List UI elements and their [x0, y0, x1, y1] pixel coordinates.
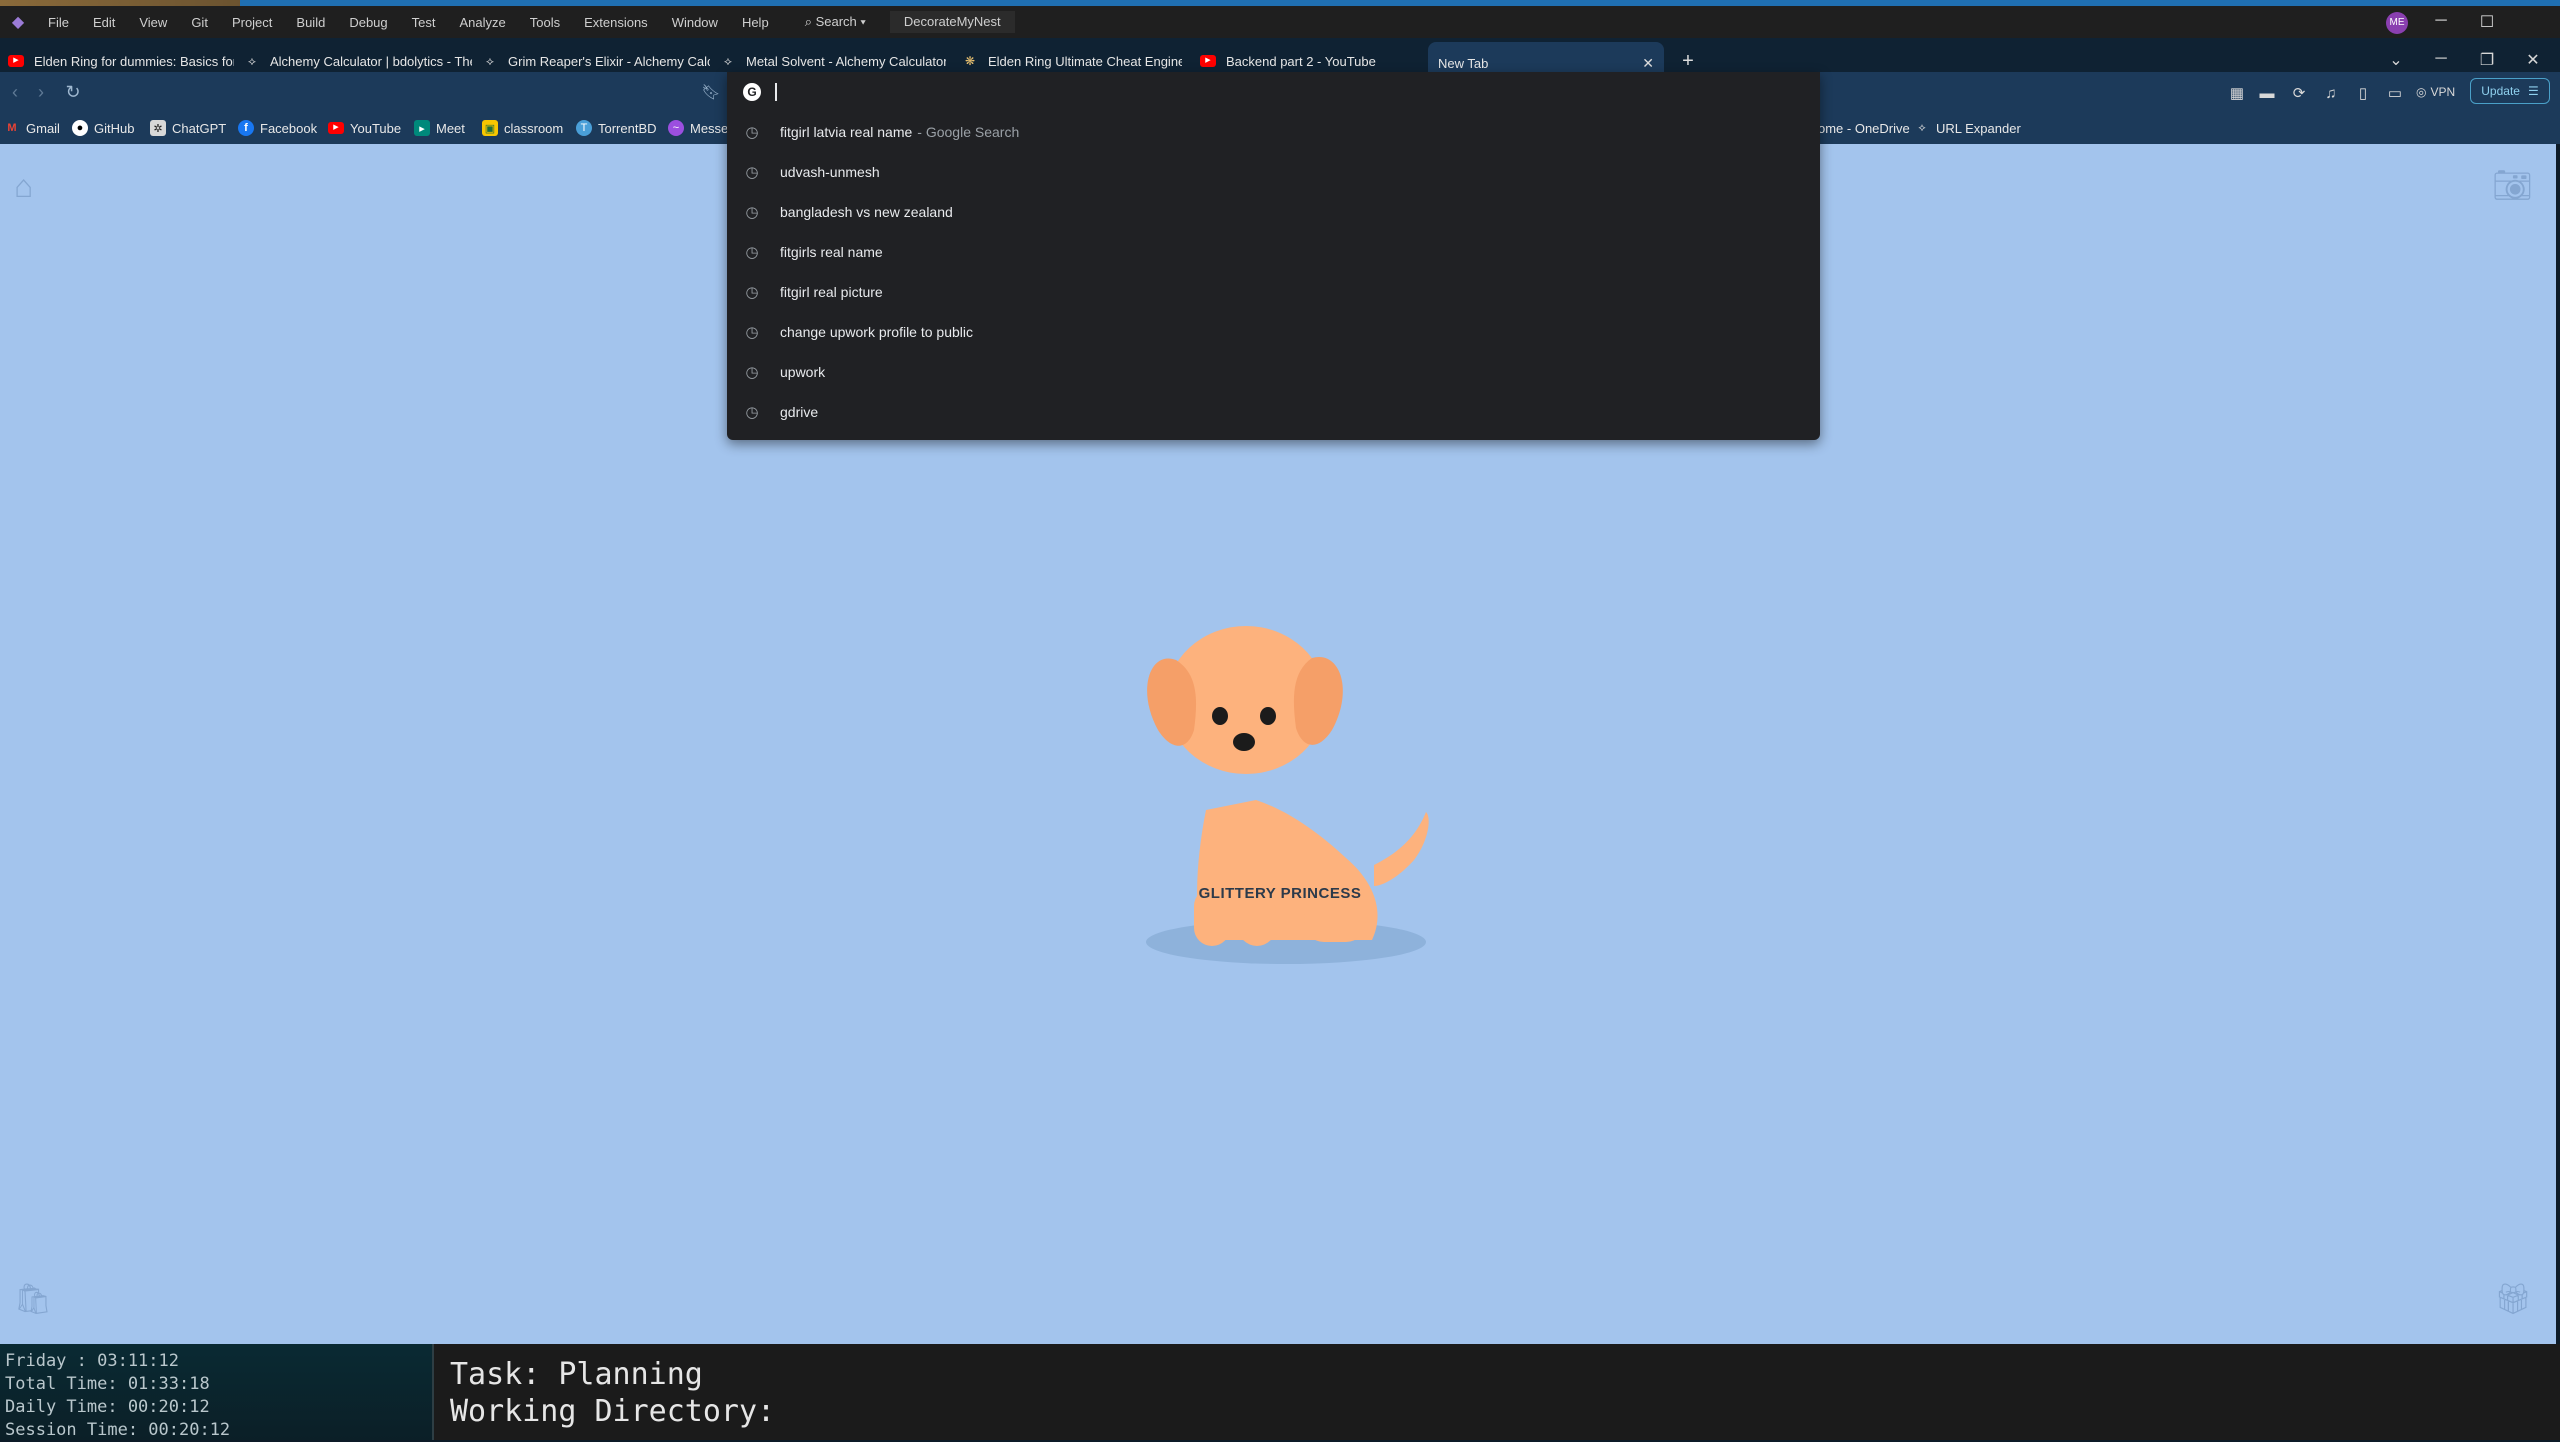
vpn-button[interactable]: ◎ VPN: [2416, 80, 2455, 104]
menu-view[interactable]: View: [127, 15, 179, 30]
sidebar-icon[interactable]: ▯: [2352, 82, 2374, 104]
menu-help[interactable]: Help: [730, 15, 781, 30]
task-line: Task: Planning: [450, 1357, 703, 1392]
forward-icon[interactable]: ›: [26, 77, 56, 107]
bdolytics-icon: ⟡: [724, 53, 732, 68]
ide-minimize-icon[interactable]: ─: [2418, 12, 2464, 30]
browser-close-icon[interactable]: ✕: [2510, 50, 2556, 70]
history-icon: ◷: [745, 164, 759, 181]
omnibox-dropdown: G ◷ fitgirl latvia real name - Google Se…: [727, 72, 1820, 440]
youtube-icon: ▶: [1200, 53, 1216, 69]
camera-icon[interactable]: 📷︎: [2492, 166, 2533, 204]
browser-maximize-icon[interactable]: ❐: [2464, 50, 2510, 70]
menu-git[interactable]: Git: [179, 15, 220, 30]
bookmark-classroom[interactable]: ▣ classroom: [482, 112, 563, 144]
menu-project[interactable]: Project: [220, 15, 284, 30]
address-bar-input[interactable]: [777, 80, 1777, 104]
suggestion-item[interactable]: ◷ udvash-unmesh: [727, 152, 1820, 192]
session-time-line: Session Time: 00:20:12: [5, 1420, 231, 1440]
bookmark-chatgpt[interactable]: ✲ ChatGPT: [150, 112, 226, 144]
pet-name-label: GLITTERY PRINCESS: [1198, 885, 1362, 902]
daily-time-line: Daily Time: 00:20:12: [5, 1397, 210, 1417]
time-tracker-widget: Friday : 03:11:12 Total Time: 01:33:18 D…: [0, 1344, 434, 1440]
suggestion-item[interactable]: ◷ bangladesh vs new zealand: [727, 192, 1820, 232]
bookmark-onedrive[interactable]: ome - OneDrive: [1818, 112, 1910, 144]
google-icon: G: [743, 83, 761, 101]
menu-test[interactable]: Test: [400, 15, 448, 30]
history-icon: ◷: [745, 204, 759, 221]
github-icon: ●: [72, 120, 88, 136]
menu-file[interactable]: File: [36, 15, 81, 30]
bookmark-youtube[interactable]: ▶ YouTube: [328, 112, 401, 144]
facebook-icon: f: [238, 120, 254, 136]
total-time-line: Total Time: 01:33:18: [5, 1374, 210, 1394]
bookmark-gmail[interactable]: M Gmail: [4, 112, 60, 144]
youtube-icon: ▶: [8, 53, 24, 69]
visual-studio-logo-icon: ◆: [11, 14, 25, 31]
suggestion-item[interactable]: ◷ change upwork profile to public: [727, 312, 1820, 352]
menu-tools[interactable]: Tools: [518, 15, 572, 30]
suggestion-item[interactable]: ◷ gdrive: [727, 392, 1820, 432]
url-expander-icon: ⟡: [1918, 121, 1926, 134]
ide-menubar: ◆ File Edit View Git Project Build Debug…: [0, 6, 2560, 38]
menu-analyze[interactable]: Analyze: [447, 15, 517, 30]
sync-icon[interactable]: ⟳: [2288, 82, 2310, 104]
clock-line: Friday : 03:11:12: [5, 1351, 179, 1371]
omnibox-input-row: G: [727, 72, 1820, 112]
history-icon: ◷: [745, 284, 759, 301]
working-directory-line: Working Directory:: [450, 1394, 776, 1429]
menu-edit[interactable]: Edit: [81, 15, 127, 30]
history-icon: ◷: [745, 404, 759, 421]
suggestion-item[interactable]: ◷ upwork: [727, 352, 1820, 392]
menu-build[interactable]: Build: [284, 15, 337, 30]
ide-maximize-icon[interactable]: ☐: [2464, 12, 2510, 32]
classroom-icon: ▣: [482, 120, 498, 136]
tab-search-chevron-icon[interactable]: ⌄: [2373, 50, 2419, 70]
menu-icon: ☰: [2527, 84, 2539, 98]
bookmark-facebook[interactable]: f Facebook: [238, 112, 317, 144]
menu-debug[interactable]: Debug: [337, 15, 399, 30]
menu-window[interactable]: Window: [660, 15, 730, 30]
bdolytics-icon: ⟡: [248, 53, 256, 68]
history-icon: ◷: [745, 244, 759, 261]
bookmark-url-expander[interactable]: ⟡ URL Expander: [1914, 112, 2020, 144]
bookmark-meet[interactable]: ▸ Meet: [414, 112, 465, 144]
home-icon[interactable]: ⌂: [14, 168, 33, 205]
solution-name: DecorateMyNest: [889, 11, 1015, 33]
shopping-bag-icon[interactable]: 🛍︎: [14, 1282, 52, 1317]
history-icon: ◷: [745, 364, 759, 381]
cheat-engine-icon: ❋: [964, 54, 976, 68]
history-icon: ◷: [745, 124, 759, 141]
wallet-icon[interactable]: ▭: [2384, 82, 2406, 104]
extension-badge-icon[interactable]: ▦: [2226, 82, 2248, 104]
browser-minimize-icon[interactable]: ─: [2418, 50, 2464, 68]
youtube-icon: ▶: [328, 120, 344, 136]
ide-search-button[interactable]: ⌕ Search ▾: [791, 14, 880, 30]
bookmark-messenger[interactable]: ~ Messe: [668, 112, 728, 144]
puppy-illustration[interactable]: [1136, 580, 1436, 976]
meet-icon: ▸: [414, 120, 430, 136]
messenger-icon: ~: [668, 120, 684, 136]
extension-icon[interactable]: ▬: [2256, 82, 2278, 104]
close-tab-icon[interactable]: ✕: [1642, 55, 1654, 72]
gift-icon[interactable]: 🎁︎: [2494, 1282, 2532, 1317]
bookmark-icon[interactable]: 🔖︎: [696, 77, 726, 107]
bdolytics-icon: ⟡: [486, 53, 494, 68]
menu-extensions[interactable]: Extensions: [572, 15, 660, 30]
chatgpt-icon: ✲: [150, 120, 166, 136]
suggestion-item[interactable]: ◷ fitgirl real picture: [727, 272, 1820, 312]
bookmark-github[interactable]: ● GitHub: [72, 112, 134, 144]
suggestion-item[interactable]: ◷ fitgirl latvia real name - Google Sear…: [727, 112, 1820, 152]
reload-icon[interactable]: ↻: [58, 77, 88, 107]
account-avatar[interactable]: ME: [2386, 12, 2408, 34]
bookmark-torrentbd[interactable]: T TorrentBD: [576, 112, 657, 144]
history-icon: ◷: [745, 324, 759, 341]
suggestion-item[interactable]: ◷ fitgirls real name: [727, 232, 1820, 272]
update-button[interactable]: Update ☰: [2470, 78, 2550, 104]
torrentbd-icon: T: [576, 120, 592, 136]
task-widget: Task: Planning Working Directory:: [434, 1344, 2560, 1440]
vpn-icon: ◎: [2416, 85, 2427, 99]
gmail-icon: M: [7, 122, 17, 134]
music-icon[interactable]: ♫: [2320, 82, 2342, 104]
